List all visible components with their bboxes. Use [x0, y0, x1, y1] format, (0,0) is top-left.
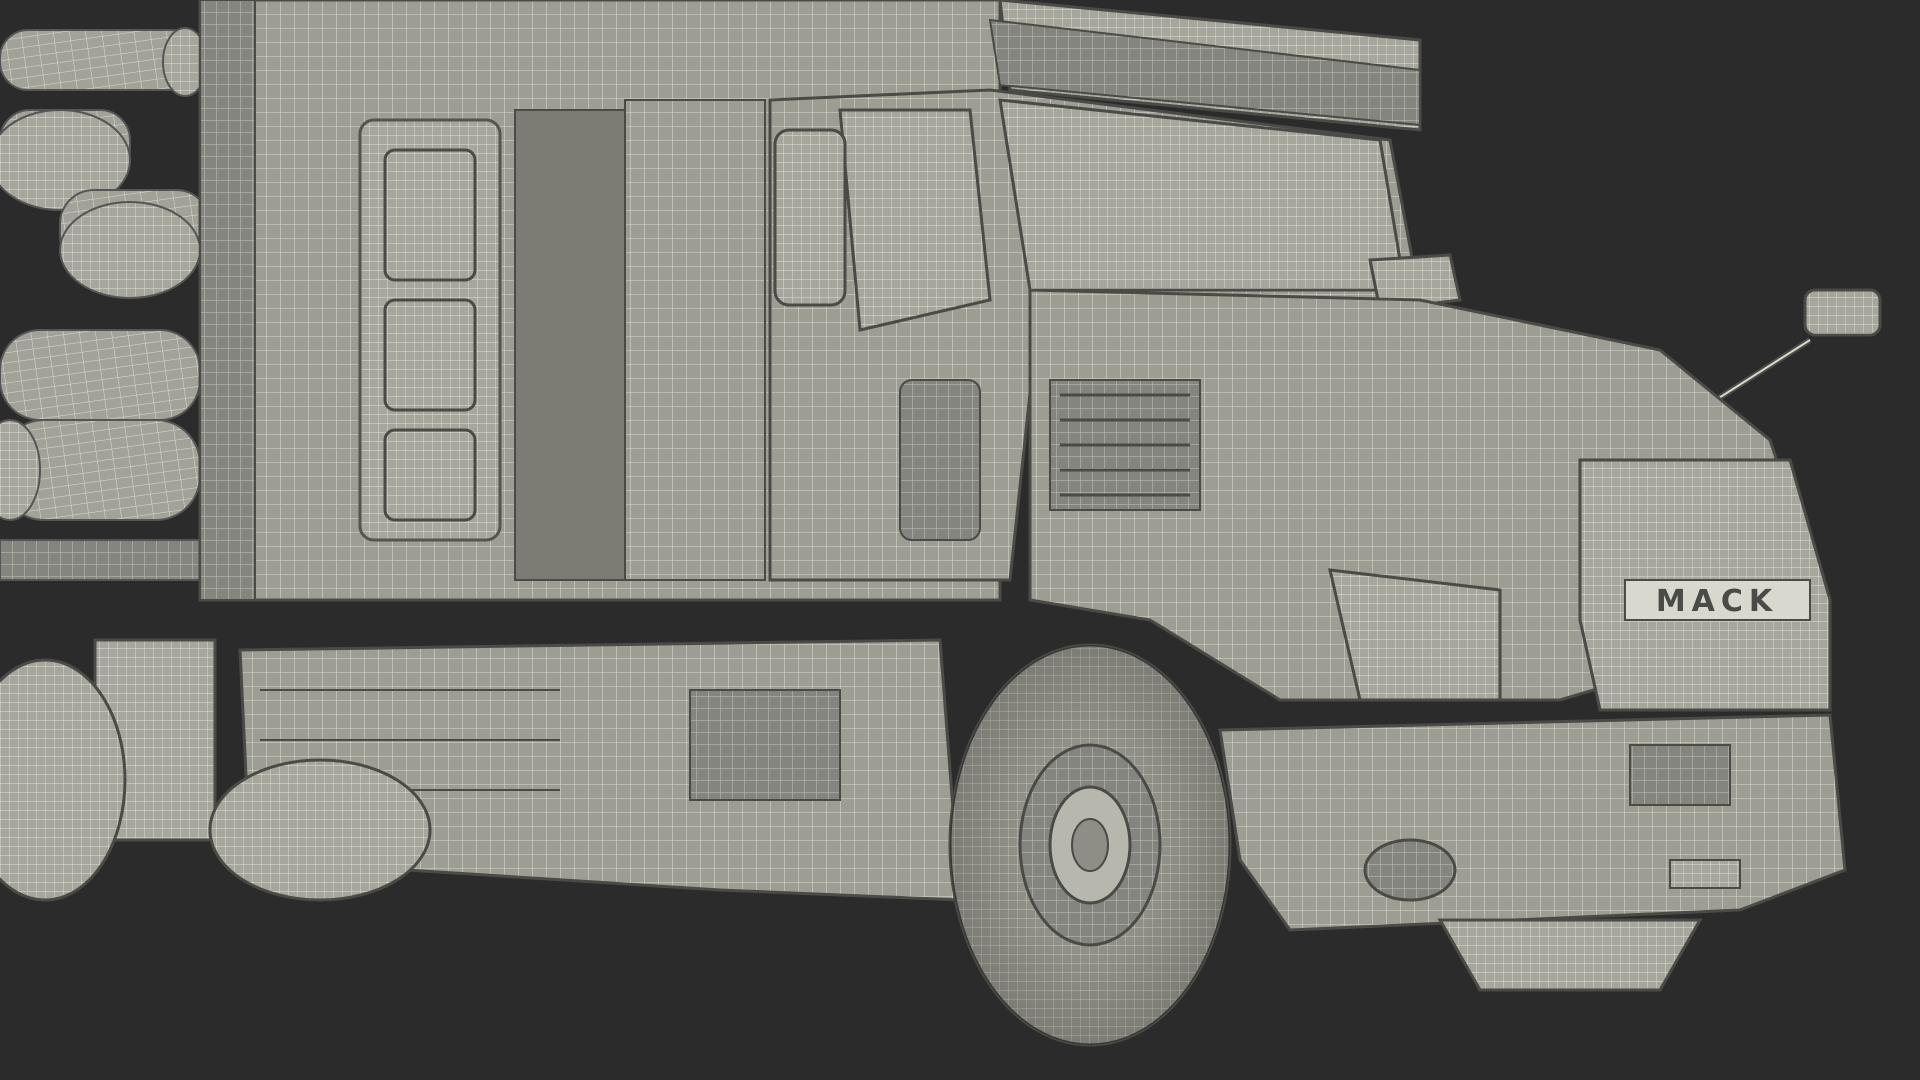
truck-wireframe-render: MACK	[0, 0, 1882, 1047]
far-front-wheel	[1437, 918, 1703, 992]
grille: MACK	[1578, 458, 1832, 712]
grille-badge-text: MACK	[1656, 584, 1778, 619]
front-bumper	[1218, 713, 1847, 932]
headlight	[1328, 568, 1502, 702]
log-stack	[0, 27, 221, 581]
side-mirror-left	[773, 128, 847, 307]
front-wheel	[948, 643, 1232, 1047]
